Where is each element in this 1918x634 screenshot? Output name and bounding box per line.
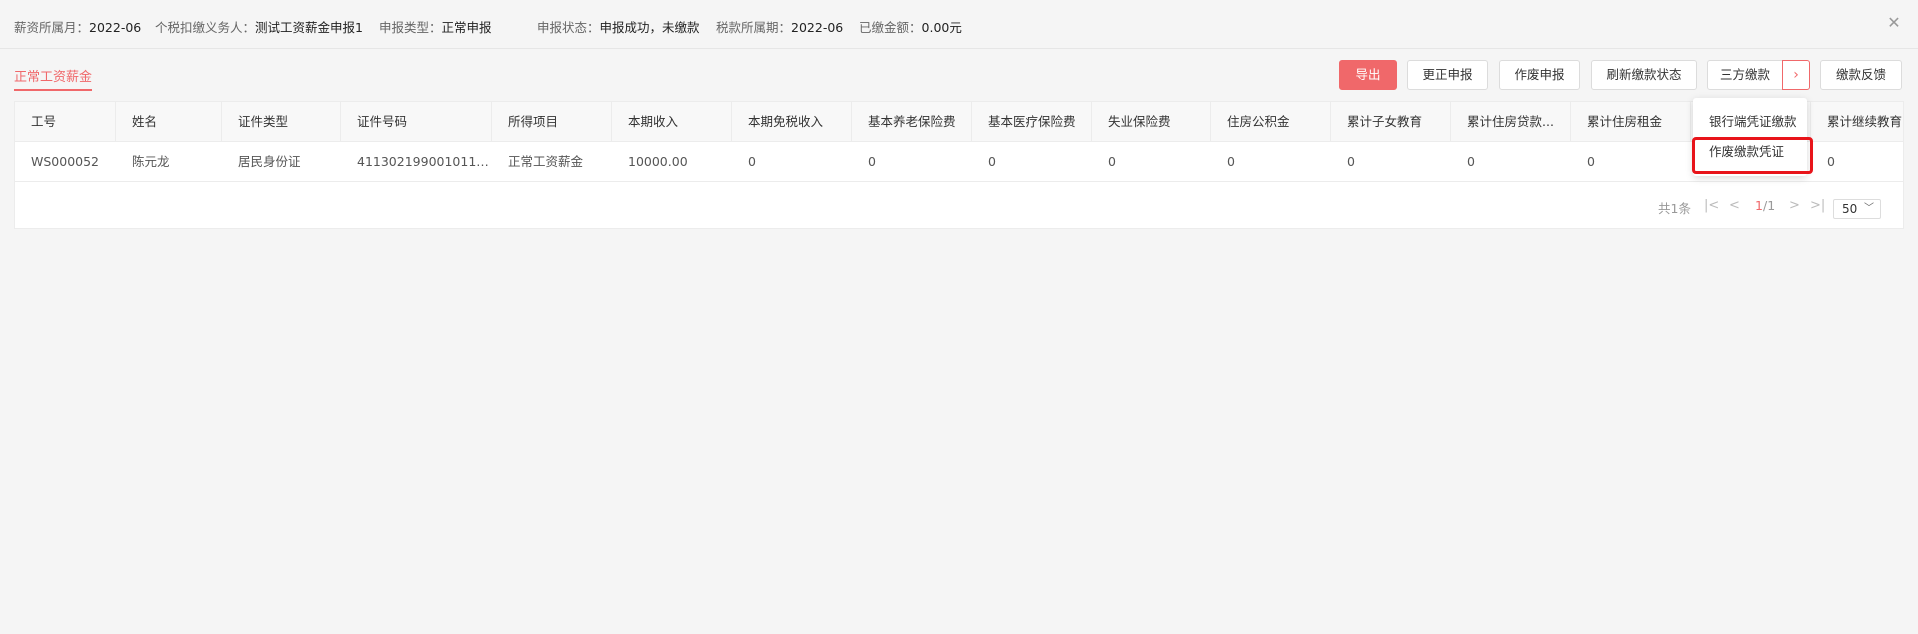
salary-month-info: 薪资所属月：2022-06 bbox=[14, 20, 142, 35]
payment-feedback-button[interactable]: 缴款反馈 bbox=[1820, 60, 1902, 90]
cell-housing-rent: 0 bbox=[1587, 154, 1595, 169]
declare-type-info: 申报类型：正常申报 bbox=[379, 20, 492, 35]
prev-page-icon[interactable]: < bbox=[1729, 198, 1740, 213]
cell-id-type: 居民身份证 bbox=[238, 154, 301, 169]
cell-id-number: 411302199001011199 bbox=[357, 154, 492, 169]
cell-name: 陈元龙 bbox=[132, 154, 170, 169]
declaration-table: 工号 姓名 证件类型 证件号码 所得项目 本期收入 本期免税收入 基本养老保险费… bbox=[14, 101, 1904, 229]
paid-amount-info: 已缴金额：0.00元 bbox=[859, 20, 962, 35]
table-header: 工号 姓名 证件类型 证件号码 所得项目 本期收入 本期免税收入 基本养老保险费… bbox=[15, 102, 1903, 142]
col-header: 工号 bbox=[15, 102, 116, 142]
tax-period-info: 税款所属期：2022-06 bbox=[716, 20, 844, 35]
tripartite-payment-dropdown-toggle[interactable]: › bbox=[1782, 60, 1810, 90]
cell-unemployment: 0 bbox=[1108, 154, 1116, 169]
col-header: 本期免税收入 bbox=[732, 102, 852, 142]
correct-declare-button[interactable]: 更正申报 bbox=[1407, 60, 1488, 90]
void-declare-button[interactable]: 作废申报 bbox=[1499, 60, 1580, 90]
col-header: 累计住房租金 bbox=[1571, 102, 1691, 142]
col-header: 姓名 bbox=[116, 102, 222, 142]
col-header: 所得项目 bbox=[492, 102, 612, 142]
col-header: 证件类型 bbox=[222, 102, 341, 142]
tab-normal-salary[interactable]: 正常工资薪金 bbox=[14, 66, 93, 91]
last-page-icon[interactable]: >| bbox=[1810, 198, 1825, 213]
cell-housing-fund: 0 bbox=[1227, 154, 1235, 169]
declaration-info-bar: 薪资所属月：2022-06 个税扣缴义务人：测试工资薪金申报1 申报类型：正常申… bbox=[0, 0, 1918, 49]
menu-item-bank-voucher-payment[interactable]: 银行端凭证缴款 bbox=[1709, 111, 1797, 130]
cell-child-education: 0 bbox=[1347, 154, 1355, 169]
first-page-icon[interactable]: |< bbox=[1704, 198, 1719, 213]
page-size-value: 50 bbox=[1842, 202, 1858, 216]
pagination-total: 共1条 bbox=[1658, 201, 1691, 216]
refresh-payment-status-button[interactable]: 刷新缴款状态 bbox=[1591, 60, 1697, 90]
cell-medical: 0 bbox=[988, 154, 996, 169]
chevron-down-icon: ﹀ bbox=[1864, 203, 1874, 214]
withholder-info: 个税扣缴义务人：测试工资薪金申报1 bbox=[155, 20, 363, 35]
col-header: 累计继续教育 bbox=[1827, 114, 1903, 129]
cell-tax-free-income: 0 bbox=[748, 154, 756, 169]
declare-status-info: 申报状态：申报成功，未缴款 bbox=[537, 20, 700, 35]
next-page-icon[interactable]: > bbox=[1789, 198, 1800, 213]
pagination-total-pages: /1 bbox=[1763, 198, 1776, 213]
table-row[interactable]: WS000052 陈元龙 居民身份证 411302199001011199 正常… bbox=[15, 142, 1903, 182]
col-header: 累计住房贷款... bbox=[1451, 102, 1571, 142]
cell-continuing-education: 0 bbox=[1827, 154, 1835, 169]
close-icon[interactable]: ✕ bbox=[1886, 15, 1902, 31]
highlight-annotation bbox=[1692, 137, 1813, 174]
cell-income-item: 正常工资薪金 bbox=[508, 154, 584, 169]
export-button[interactable]: 导出 bbox=[1339, 60, 1397, 90]
col-header: 失业保险费 bbox=[1092, 102, 1211, 142]
cell-income: 10000.00 bbox=[628, 154, 688, 169]
col-header: 住房公积金 bbox=[1211, 102, 1331, 142]
tripartite-payment-button[interactable]: 三方缴款 bbox=[1707, 60, 1783, 90]
col-header: 累计子女教育 bbox=[1331, 102, 1451, 142]
cell-pension: 0 bbox=[868, 154, 876, 169]
page-size-select[interactable]: 50 ﹀ bbox=[1833, 199, 1881, 219]
cell-housing-loan: 0 bbox=[1467, 154, 1475, 169]
col-header: 基本医疗保险费 bbox=[972, 102, 1092, 142]
col-header: 基本养老保险费 bbox=[852, 102, 972, 142]
pagination-current: 1 bbox=[1755, 198, 1763, 213]
cell-employee-id: WS000052 bbox=[31, 154, 100, 169]
col-header: 证件号码 bbox=[341, 102, 492, 142]
col-header: 本期收入 bbox=[612, 102, 732, 142]
